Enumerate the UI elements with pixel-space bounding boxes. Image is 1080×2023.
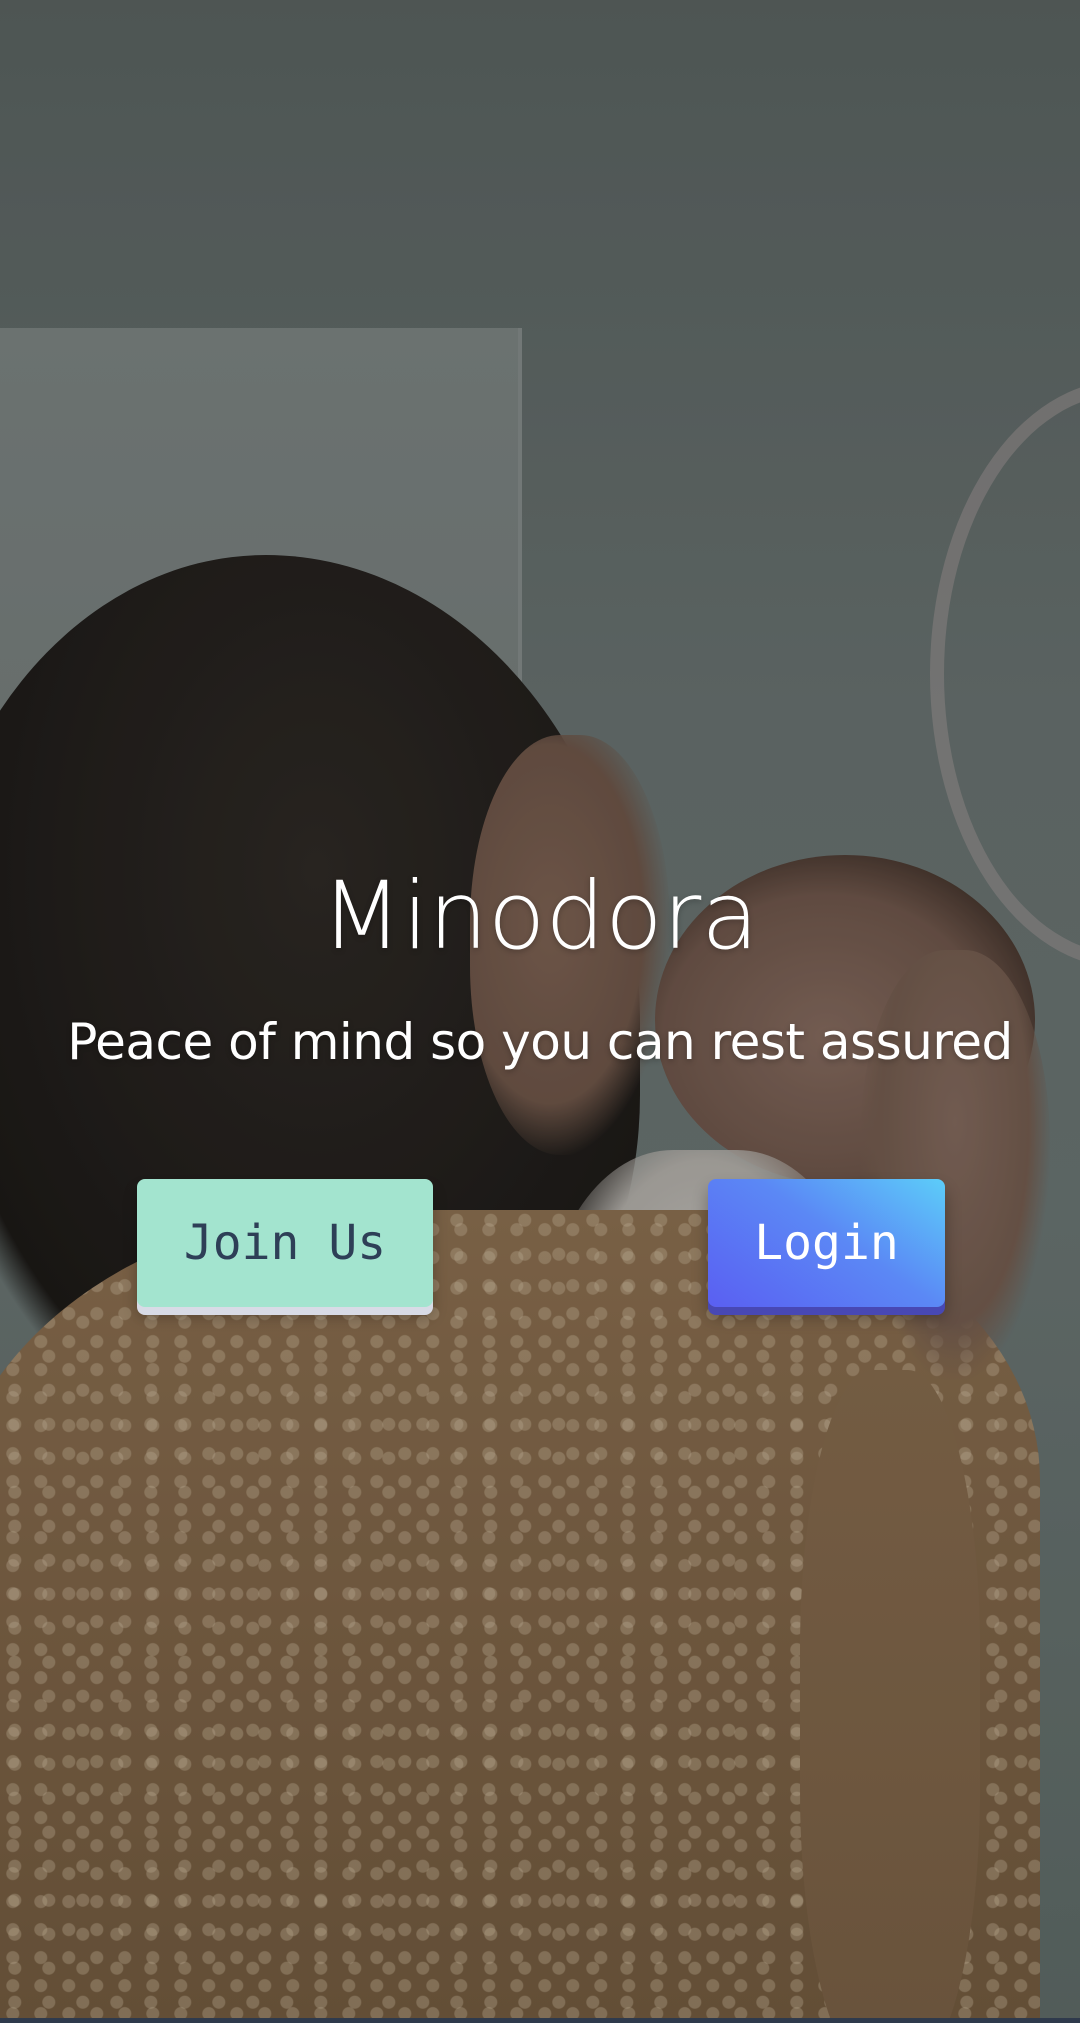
login-button[interactable]: Login [708, 1179, 945, 1307]
welcome-screen: Minodora Peace of mind so you can rest a… [0, 0, 1080, 2023]
bottom-edge-bar [0, 2018, 1080, 2023]
hero-content: Minodora Peace of mind so you can rest a… [0, 0, 1080, 2023]
app-title: Minodora [321, 862, 759, 971]
join-us-button[interactable]: Join Us [137, 1179, 433, 1307]
app-tagline: Peace of mind so you can rest assured [67, 1013, 1013, 1071]
